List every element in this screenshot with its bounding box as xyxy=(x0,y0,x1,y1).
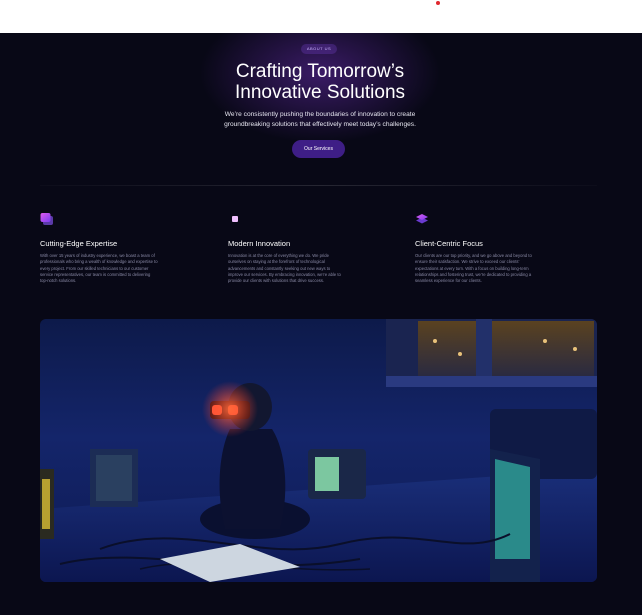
feature-title: Modern Innovation xyxy=(228,239,291,248)
hero-title-line-2: Innovative Solutions xyxy=(234,82,406,103)
feature-description: With over 15 years of industry experienc… xyxy=(40,253,208,284)
hero-photo-vr-user xyxy=(40,319,597,582)
feature-description-line: provide our clients with solutions that … xyxy=(228,278,325,284)
hero-subtitle: We’re consistently pushing the boundarie… xyxy=(170,110,470,130)
chip-icon xyxy=(228,212,242,226)
vr-scene-illustration xyxy=(40,319,597,582)
top-white-strip xyxy=(0,0,642,33)
feature-title: Client-Centric Focus xyxy=(415,239,483,248)
feature-description-line: seamless experience for our clients. xyxy=(415,278,482,284)
feature-description-line: top-notch solutions. xyxy=(40,278,77,284)
our-services-button[interactable]: Our Services xyxy=(292,140,345,158)
feature-description: Our clients are our top priority, and we… xyxy=(415,253,583,284)
red-dot-indicator xyxy=(436,1,440,5)
hero-title-line-1: Crafting Tomorrow’s xyxy=(235,61,405,82)
cube-stack-icon xyxy=(40,212,54,226)
feature-card-cutting-edge: Cutting-Edge Expertise With over 15 year… xyxy=(40,212,208,284)
feature-description: Innovation is at the core of everything … xyxy=(228,253,396,284)
feature-title: Cutting-Edge Expertise xyxy=(40,239,118,248)
hero-title: Crafting Tomorrow’s Innovative Solutions xyxy=(150,61,490,103)
section-divider xyxy=(40,185,597,186)
section-eyebrow: ABOUT US xyxy=(301,44,337,54)
hero-subtitle-line-1: We’re consistently pushing the boundarie… xyxy=(224,111,416,118)
feature-card-client-centric: Client-Centric Focus Our clients are our… xyxy=(415,212,583,284)
hero-subtitle-line-2: groundbreaking solutions that effectivel… xyxy=(224,121,416,128)
feature-card-modern-innovation: Modern Innovation Innovation is at the c… xyxy=(228,212,396,284)
layers-icon xyxy=(415,212,429,226)
